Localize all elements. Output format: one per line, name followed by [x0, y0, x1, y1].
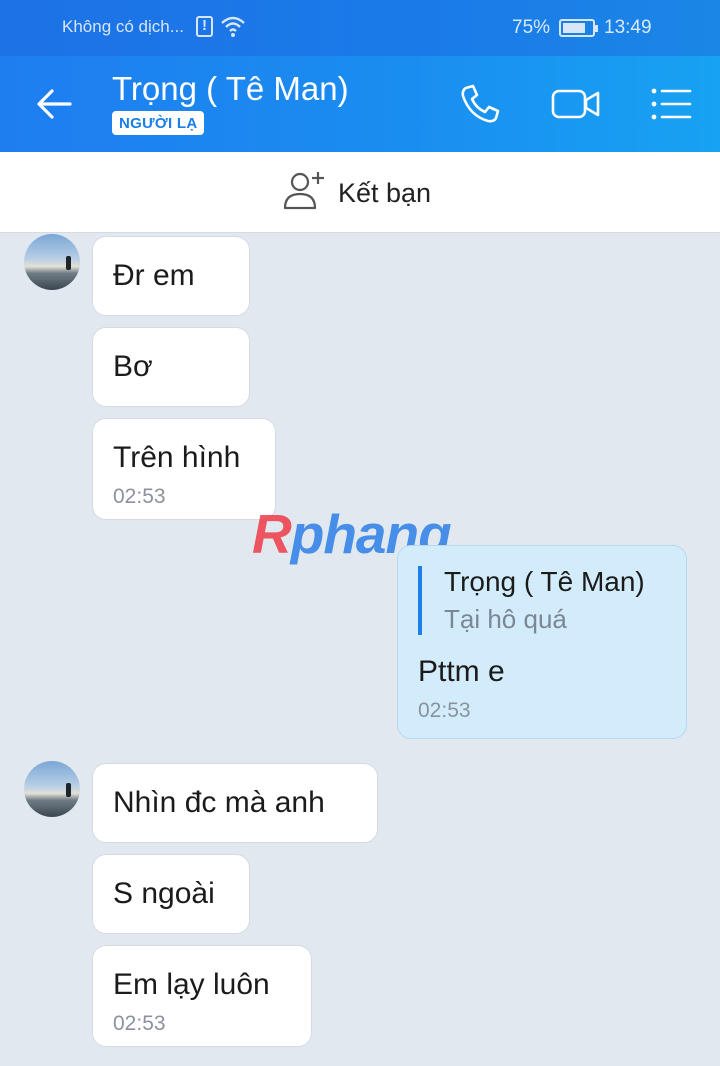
status-clock: 13:49	[604, 17, 652, 38]
stranger-badge: NGƯỜI LẠ	[112, 111, 205, 135]
message-text: Trên hình	[113, 441, 241, 474]
sim-alert-icon	[196, 16, 213, 37]
message-time: 02:53	[113, 485, 166, 508]
menu-list-icon[interactable]	[648, 82, 694, 131]
message-bubble-received[interactable]: Đr em	[92, 236, 250, 316]
contact-avatar[interactable]	[24, 234, 80, 290]
add-friend-label: Kết bạn	[338, 178, 432, 208]
quoted-text: Tại hô quá	[444, 604, 567, 634]
carrier-text: Không có dịch...	[62, 17, 184, 36]
message-text: Pttm e	[418, 655, 505, 688]
wifi-icon	[220, 14, 246, 44]
message-time: 02:53	[418, 699, 471, 722]
contact-avatar[interactable]	[24, 761, 80, 817]
message-text: Đr em	[113, 259, 195, 292]
message-text: Bơ	[113, 350, 153, 383]
message-text: S ngoài	[113, 877, 215, 910]
message-text: Em lạy luôn	[113, 968, 270, 1001]
add-friend-icon	[282, 170, 326, 217]
add-friend-bar: Kết bạn	[0, 152, 720, 233]
status-bar: Không có dịch... 75% 13:49	[0, 0, 720, 56]
message-bubble-received[interactable]: Bơ	[92, 327, 250, 407]
message-time: 02:53	[113, 1012, 166, 1035]
message-text: Nhìn đc mà anh	[113, 786, 325, 819]
video-call-icon[interactable]	[550, 82, 602, 131]
message-bubble-sent[interactable]: Trọng ( Tê Man) Tại hô quá Pttm e 02:53	[397, 545, 687, 739]
back-arrow-icon[interactable]	[34, 86, 74, 127]
add-friend-button[interactable]: Kết bạn	[282, 170, 431, 217]
battery-icon	[559, 19, 598, 37]
chat-header: Trọng ( Tê Man) NGƯỜI LẠ	[0, 56, 720, 152]
contact-name[interactable]: Trọng ( Tê Man)	[112, 70, 349, 108]
message-bubble-received[interactable]: Em lạy luôn 02:53	[92, 945, 312, 1047]
phone-icon[interactable]	[458, 82, 502, 131]
battery-percent: 75%	[512, 17, 551, 38]
message-bubble-received[interactable]: Nhìn đc mà anh	[92, 763, 378, 843]
quoted-author: Trọng ( Tê Man)	[444, 566, 645, 597]
message-bubble-received[interactable]: S ngoài	[92, 854, 250, 934]
quoted-message[interactable]: Trọng ( Tê Man) Tại hô quá	[418, 566, 666, 635]
message-bubble-received[interactable]: Trên hình 02:53	[92, 418, 276, 520]
